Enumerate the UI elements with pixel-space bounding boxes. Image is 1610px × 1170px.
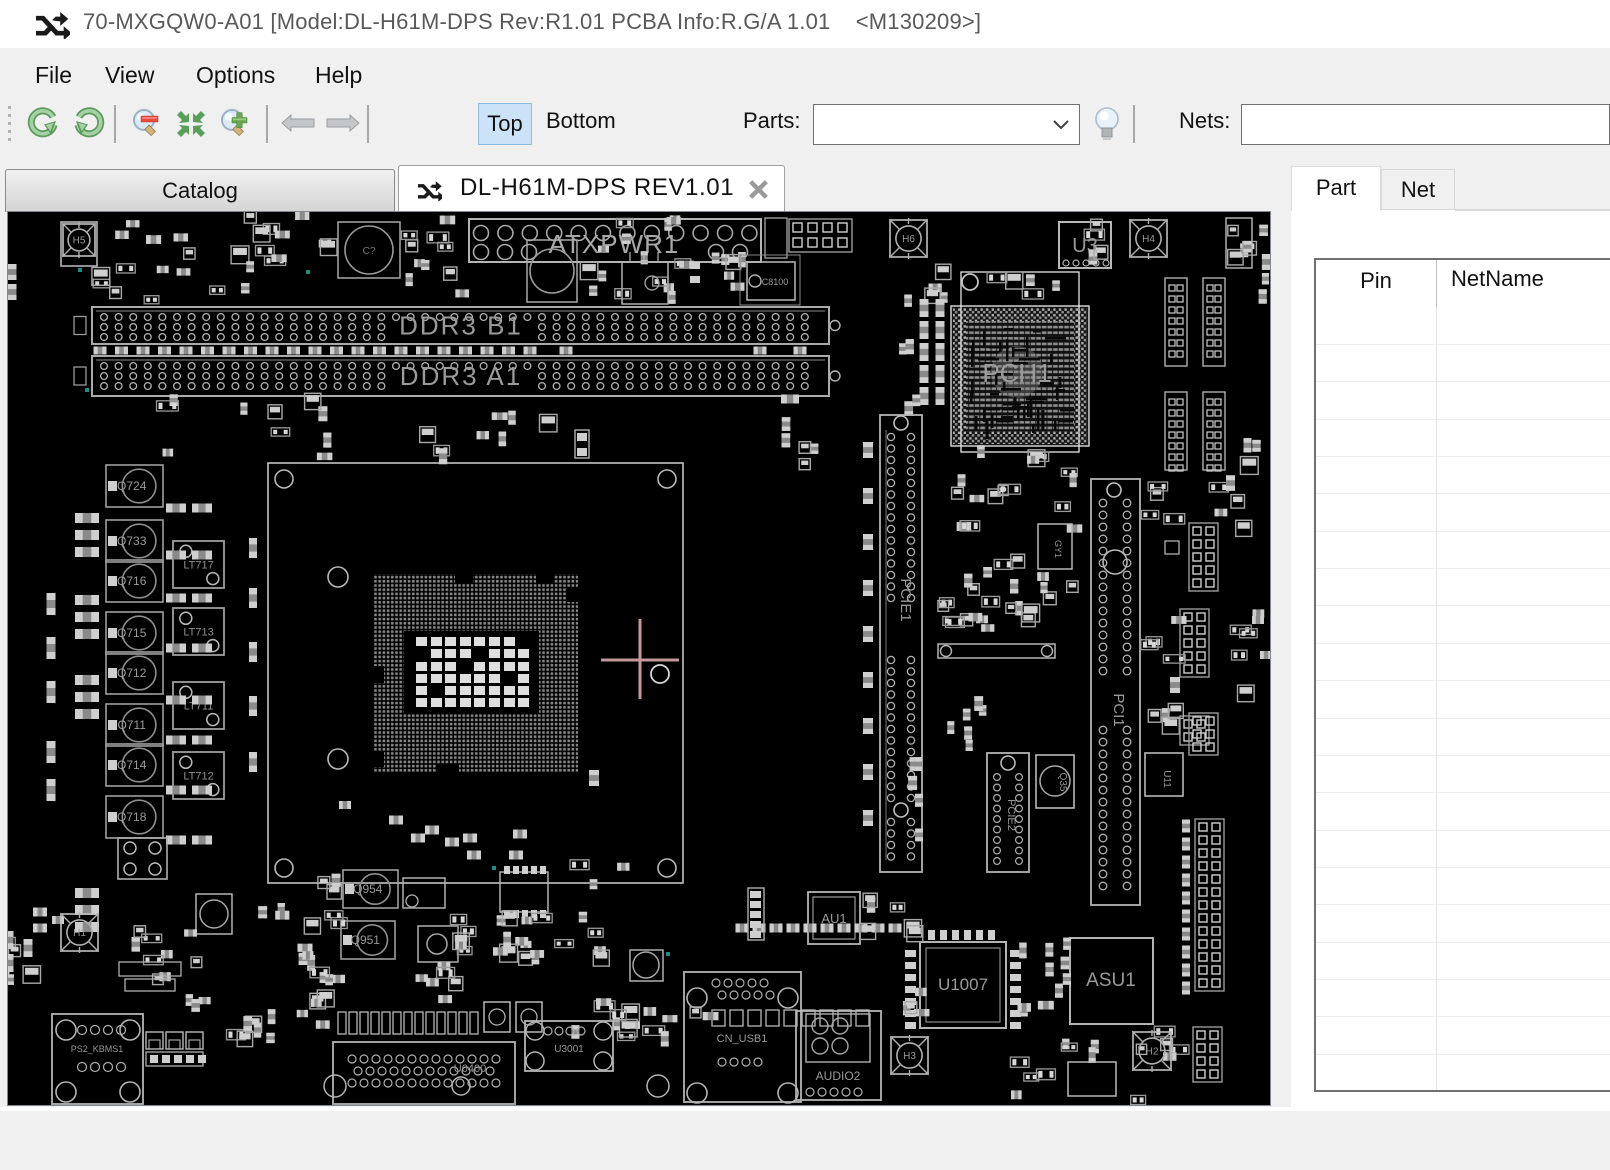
svg-text:Q714: Q714 [117,758,147,772]
svg-text:Q733: Q733 [117,534,147,548]
svg-text:H1: H1 [73,928,86,939]
svg-text:DDR3 B1: DDR3 B1 [399,311,523,341]
svg-text:U1007: U1007 [938,975,988,994]
svg-text:AUDIO2: AUDIO2 [816,1069,861,1083]
svg-text:PS2_KBMS1: PS2_KBMS1 [71,1044,124,1054]
svg-text:Q712: Q712 [117,666,147,680]
svg-text:H5: H5 [73,236,86,247]
svg-text:H2: H2 [1146,1047,1159,1058]
svg-text:CN_USB1: CN_USB1 [717,1033,768,1045]
svg-text:GY1: GY1 [1053,540,1063,558]
svg-text:Q35: Q35 [1057,773,1068,792]
svg-text:DDR3 A1: DDR3 A1 [400,361,522,391]
svg-text:PCIE2: PCIE2 [1005,799,1017,831]
svg-text:U3001: U3001 [554,1044,584,1055]
svg-text:ASU1: ASU1 [1086,970,1136,991]
svg-text:PCH1: PCH1 [982,358,1051,388]
svg-text:H3: H3 [903,1051,916,1062]
svg-text:PCI1: PCI1 [1110,693,1127,726]
svg-text:Q716: Q716 [117,574,147,588]
svg-text:Q711: Q711 [117,718,146,732]
svg-text:Q951: Q951 [351,933,381,947]
svg-text:H6: H6 [902,234,915,245]
svg-text:Q724: Q724 [117,479,147,493]
svg-text:LT717: LT717 [183,560,213,572]
svg-text:Q954: Q954 [353,882,383,896]
svg-text:LT712: LT712 [183,771,213,783]
svg-text:ATXPWR1: ATXPWR1 [549,229,680,259]
svg-text:U11: U11 [1161,770,1172,788]
svg-text:H4: H4 [1142,234,1155,245]
svg-text:Q718: Q718 [117,810,147,824]
svg-text:C8100: C8100 [762,277,789,287]
svg-text:PCIE1: PCIE1 [897,578,914,621]
svg-text:Q715: Q715 [117,626,147,640]
svg-text:C?: C? [363,246,376,257]
svg-text:U0400: U0400 [454,1063,486,1075]
svg-text:LT713: LT713 [183,627,213,639]
